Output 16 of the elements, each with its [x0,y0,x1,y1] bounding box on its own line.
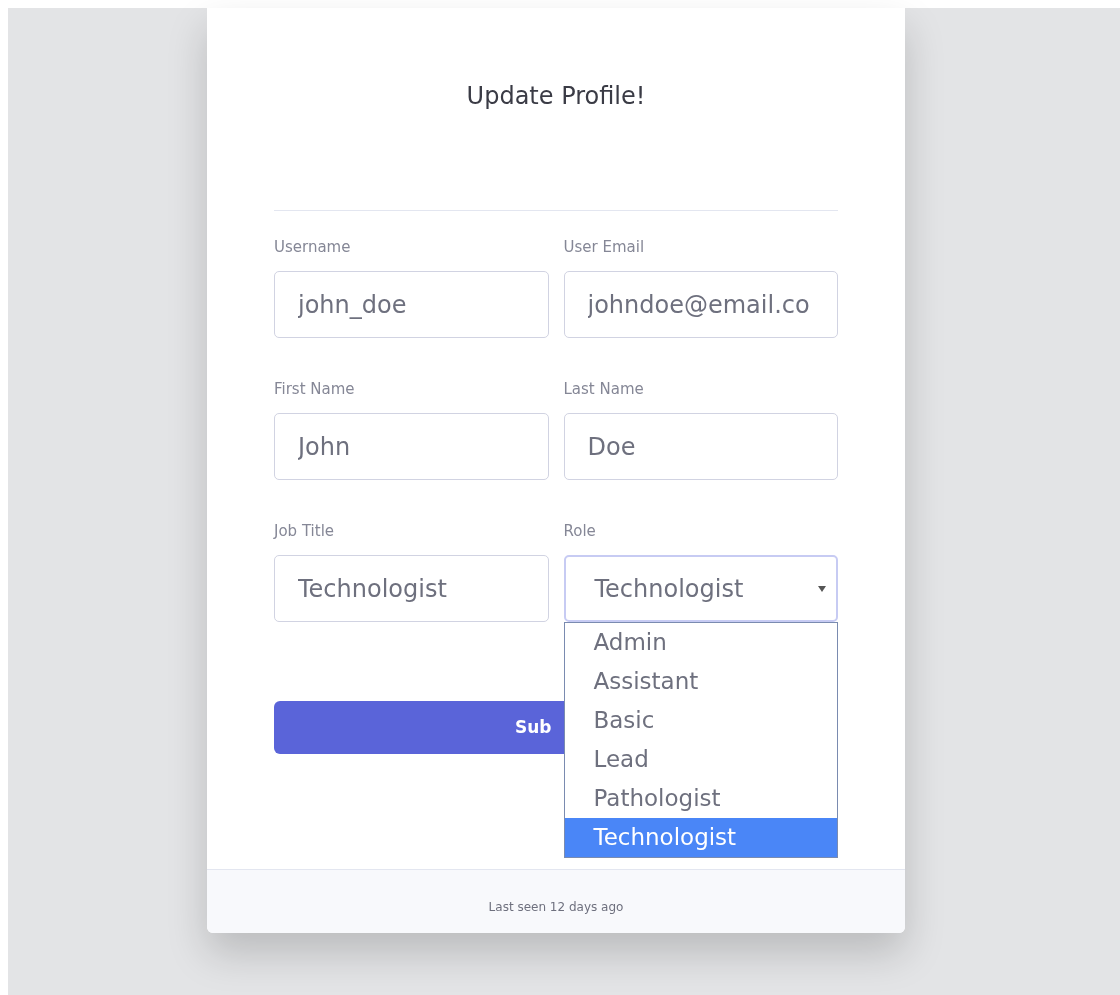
last-seen-text: Last seen 12 days ago [488,898,624,916]
text-field[interactable]: Technologist [274,555,549,622]
field-label: Username [274,237,352,257]
text-field[interactable]: john_doe [274,271,549,338]
field-label: First Name [274,379,356,399]
text-field[interactable]: Doe [563,413,838,480]
form-title: Update Profile! [465,81,647,112]
field-label: Last Name [563,379,645,399]
field-label: Role [563,521,597,541]
field-label: Job Title [274,521,336,541]
select-value: Technologist [594,573,744,605]
dropdown-caret-icon [818,585,826,592]
field-label: User Email [563,237,646,257]
select-field[interactable]: Technologist [563,555,838,622]
text-field[interactable]: johndoe@email.co [563,271,838,338]
dropdown-option[interactable]: Technologist [564,818,837,857]
